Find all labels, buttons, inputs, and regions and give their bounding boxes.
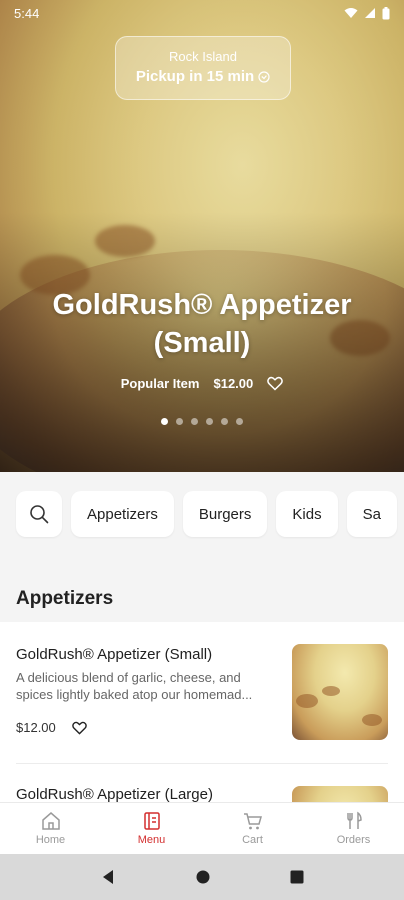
hero-meta: Popular Item $12.00 — [0, 376, 404, 391]
hero-price: $12.00 — [213, 376, 254, 391]
category-chip-more[interactable]: Sa — [346, 491, 397, 537]
carousel-dot[interactable] — [161, 418, 168, 425]
section-title: Appetizers — [0, 556, 404, 622]
category-chip-burgers[interactable]: Burgers — [182, 491, 268, 537]
carousel-dot[interactable] — [221, 418, 228, 425]
status-time: 5:44 — [14, 5, 40, 21]
hero-title: GoldRush® Appetizer (Small) — [52, 289, 352, 359]
item-image — [292, 644, 388, 740]
home-icon — [41, 812, 60, 830]
system-nav-bar — [0, 854, 404, 900]
cart-icon — [243, 813, 262, 830]
bottom-nav: Home Menu Cart Orders — [0, 802, 404, 854]
nav-cart-label: Cart — [242, 834, 263, 846]
nav-cart[interactable]: Cart — [202, 803, 303, 854]
search-icon — [30, 505, 49, 524]
wifi-icon — [344, 8, 358, 18]
back-icon[interactable] — [100, 869, 116, 885]
status-bar: 5:44 — [0, 0, 404, 26]
clock-icon — [258, 70, 270, 83]
category-chip-kids[interactable]: Kids — [276, 491, 338, 537]
carousel-dot[interactable] — [176, 418, 183, 425]
item-image — [292, 786, 388, 802]
item-description: A delicious blend of garlic, cheese, and… — [16, 670, 253, 702]
nav-orders[interactable]: Orders — [303, 803, 404, 854]
menu-item[interactable]: GoldRush® Appetizer (Large) — [16, 764, 388, 802]
utensils-icon — [346, 811, 362, 829]
hero-banner[interactable]: 5:44 Rock Island Pickup in 15 min GoldRu… — [0, 0, 404, 472]
popular-tag: Popular Item — [120, 376, 200, 391]
carousel-dots — [0, 418, 404, 425]
category-bar: Appetizers Burgers Kids Sa — [0, 472, 404, 556]
signal-icon — [365, 8, 375, 18]
home-circle-icon[interactable] — [196, 870, 210, 884]
nav-menu-label: Menu — [137, 834, 166, 846]
heart-icon[interactable] — [267, 376, 284, 391]
location-selector[interactable]: Rock Island Pickup in 15 min — [115, 36, 291, 100]
carousel-dot[interactable] — [191, 418, 198, 425]
heart-icon[interactable] — [71, 721, 87, 735]
recents-icon[interactable] — [290, 870, 304, 884]
category-chip-appetizers[interactable]: Appetizers — [71, 491, 174, 537]
nav-orders-label: Orders — [336, 834, 371, 846]
battery-icon — [382, 6, 390, 19]
carousel-dot[interactable] — [236, 418, 243, 425]
menu-item-list: GoldRush® Appetizer (Small) A delicious … — [0, 622, 404, 802]
search-button[interactable] — [16, 491, 62, 537]
menu-book-icon — [143, 812, 160, 830]
carousel-dot[interactable] — [206, 418, 213, 425]
menu-item[interactable]: GoldRush® Appetizer (Small) A delicious … — [16, 622, 388, 764]
pickup-time: Pickup in 15 min — [135, 68, 255, 85]
nav-menu[interactable]: Menu — [101, 803, 202, 854]
item-price: $12.00 — [16, 720, 56, 735]
nav-home-label: Home — [35, 834, 66, 846]
location-name: Rock Island — [169, 49, 237, 64]
nav-home[interactable]: Home — [0, 803, 101, 854]
